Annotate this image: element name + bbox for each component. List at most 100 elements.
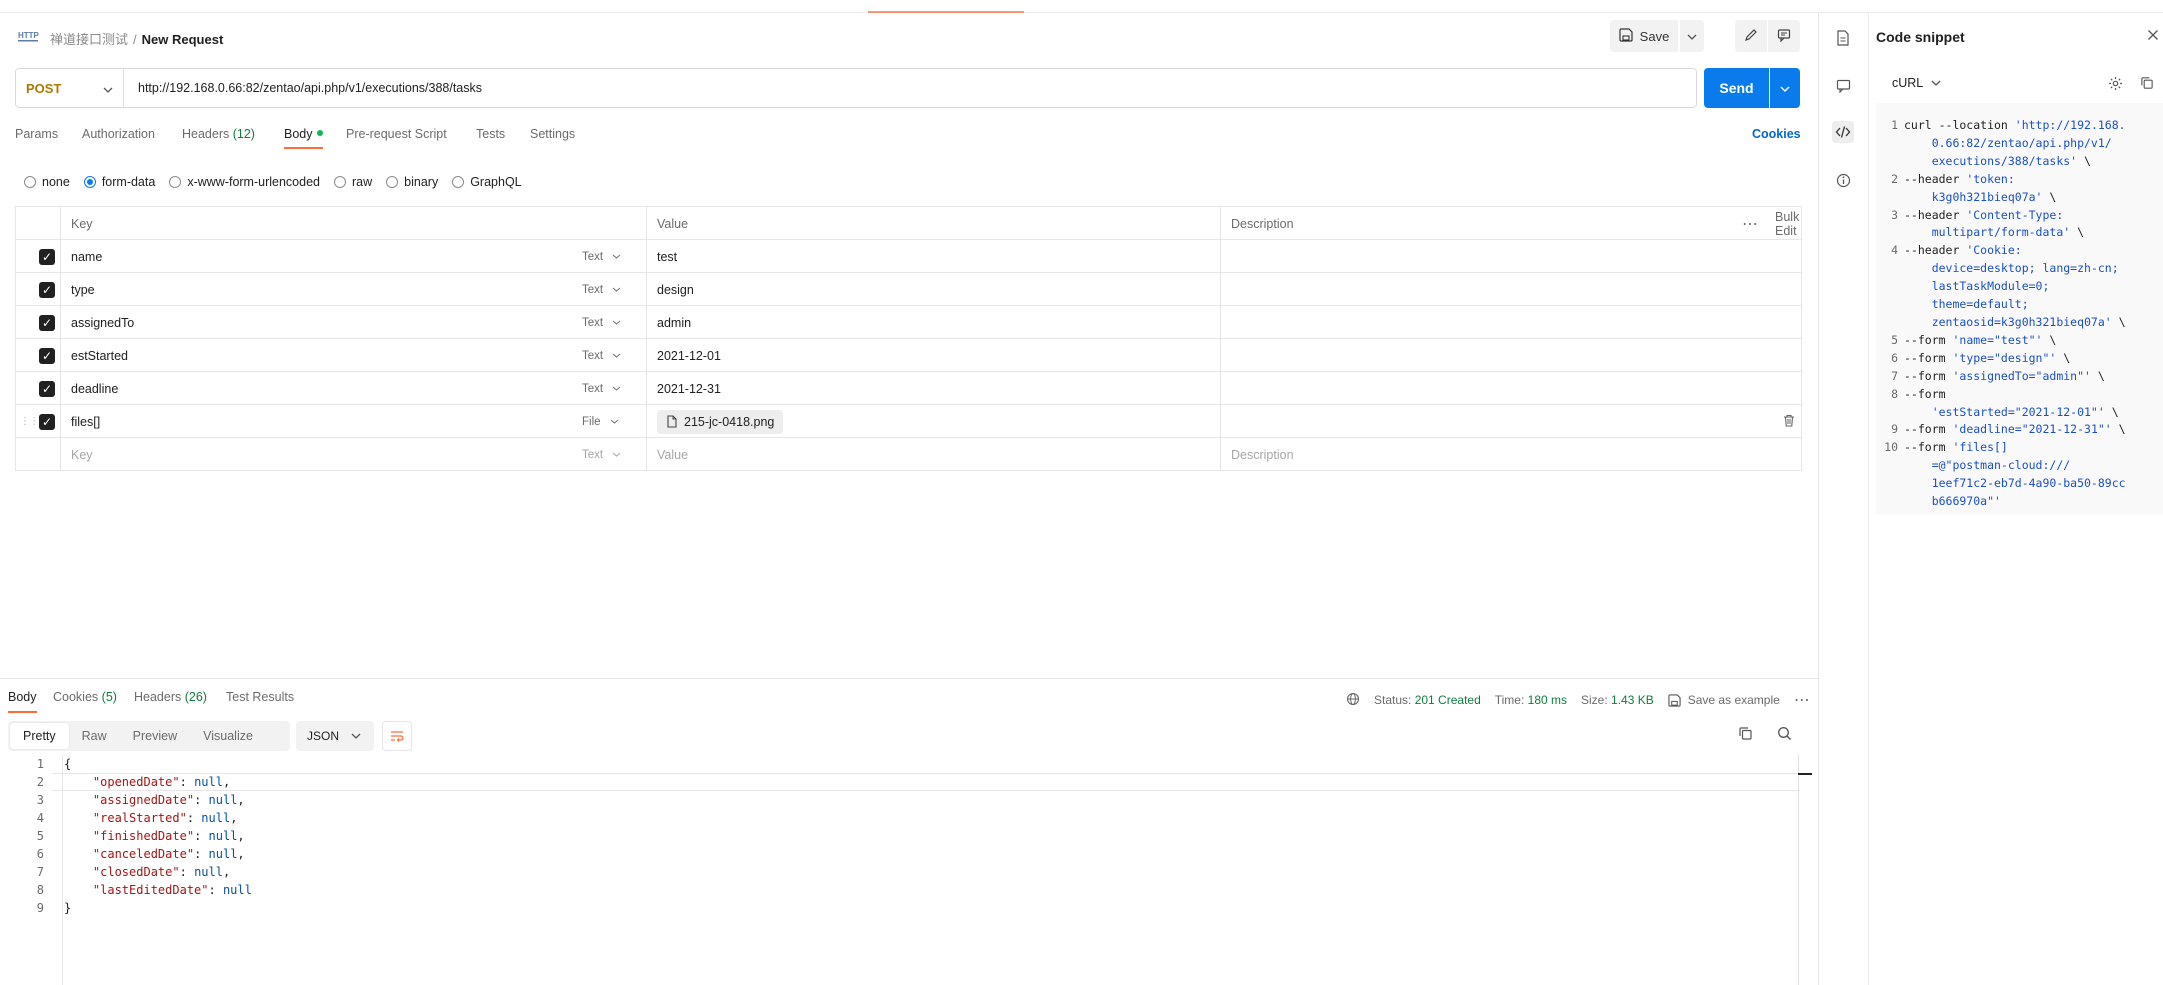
tab-settings[interactable]: Settings: [530, 127, 575, 141]
breadcrumb-collection[interactable]: 禅道接口测试: [50, 32, 128, 47]
status-value: 201 Created: [1414, 693, 1481, 707]
row-key[interactable]: deadline: [71, 372, 591, 405]
comments-button[interactable]: [1768, 20, 1800, 52]
more-options-icon[interactable]: ⋯: [1794, 690, 1810, 710]
row-type-select[interactable]: Text: [582, 372, 642, 405]
body-type-raw[interactable]: raw: [334, 174, 372, 190]
row-type-select[interactable]: Text: [582, 339, 642, 372]
snippet-code[interactable]: 1 curl --location 'http://192.168. 0.66:8…: [1876, 103, 2163, 515]
save-options-button[interactable]: [1680, 20, 1704, 52]
trash-icon[interactable]: [1783, 414, 1795, 430]
chevron-down-icon: [351, 733, 361, 739]
language-select[interactable]: cURL: [1892, 76, 1941, 90]
response-divider[interactable]: [0, 678, 1818, 679]
row-checkbox[interactable]: ✓: [39, 240, 57, 273]
snippet-text: --form 'type="design"' \: [1898, 350, 2070, 368]
tab-prerequest-script[interactable]: Pre-request Script: [346, 127, 447, 141]
panel-title: Code snippet: [1876, 29, 1965, 45]
row-checkbox[interactable]: ✓: [39, 372, 57, 405]
row-description[interactable]: [1220, 306, 1803, 339]
body-type-form-data[interactable]: form-data: [83, 174, 155, 190]
row-key[interactable]: files[]: [71, 405, 591, 438]
response-body-code[interactable]: 1{ 2 "openedDate": null, 3 "assignedDate…: [0, 755, 1800, 917]
body-type-urlencoded[interactable]: x-www-form-urlencoded: [169, 174, 320, 190]
row-value[interactable]: 2021-12-01: [646, 339, 1216, 372]
search-icon[interactable]: [1777, 726, 1792, 744]
row-type-select[interactable]: Text: [582, 438, 642, 471]
view-visualize[interactable]: Visualize: [190, 723, 266, 749]
row-value[interactable]: test: [646, 240, 1216, 273]
row-key[interactable]: assignedTo: [71, 306, 591, 339]
comment-icon[interactable]: [1832, 75, 1854, 97]
body-type-graphql[interactable]: GraphQL: [452, 174, 522, 190]
format-select[interactable]: JSON: [296, 721, 374, 751]
new-key-input[interactable]: Key: [71, 438, 591, 471]
code-text: }: [64, 901, 72, 915]
send-button[interactable]: Send: [1704, 68, 1769, 108]
row-checkbox[interactable]: ✓: [39, 339, 57, 372]
body-type-none[interactable]: none: [24, 174, 70, 190]
response-tab-cookies[interactable]: Cookies (5): [53, 690, 117, 704]
document-icon[interactable]: [1832, 27, 1854, 49]
gear-icon[interactable]: [2108, 76, 2123, 94]
body-type-binary[interactable]: binary: [386, 174, 438, 190]
tab-body[interactable]: Body: [284, 127, 323, 149]
code-icon[interactable]: [1832, 121, 1854, 143]
new-description-input[interactable]: Description: [1220, 438, 1803, 471]
copy-icon[interactable]: [2140, 76, 2154, 93]
row-description[interactable]: [1220, 339, 1803, 372]
row-type-select[interactable]: Text: [582, 306, 642, 339]
edit-button[interactable]: [1735, 20, 1767, 52]
copy-icon[interactable]: [1738, 726, 1753, 744]
cookies-link[interactable]: Cookies: [1752, 127, 1801, 141]
response-size[interactable]: Size: 1.43 KB: [1581, 693, 1654, 707]
response-time[interactable]: Time: 180 ms: [1495, 693, 1567, 707]
row-key[interactable]: type: [71, 273, 591, 306]
row-type-select[interactable]: Text: [582, 240, 642, 273]
row-checkbox[interactable]: ✓: [39, 306, 57, 339]
row-description[interactable]: [1220, 372, 1803, 405]
method-select[interactable]: POST: [16, 69, 124, 107]
row-value[interactable]: admin: [646, 306, 1216, 339]
tab-tests[interactable]: Tests: [476, 127, 505, 141]
row-checkbox[interactable]: ✓: [39, 405, 57, 438]
row-key[interactable]: name: [71, 240, 591, 273]
save-as-example-button[interactable]: Save as example: [1668, 693, 1780, 707]
send-options-button[interactable]: [1770, 68, 1800, 108]
row-value[interactable]: 2021-12-31: [646, 372, 1216, 405]
row-description[interactable]: [1220, 273, 1803, 306]
new-value-input[interactable]: Value: [646, 438, 1216, 471]
snippet-command: --form: [1904, 440, 1953, 455]
response-tab-body[interactable]: Body: [8, 690, 37, 713]
wrap-lines-button[interactable]: [382, 721, 412, 751]
tab-authorization[interactable]: Authorization: [82, 127, 155, 141]
row-checkbox[interactable]: ✓: [39, 273, 57, 306]
row-description[interactable]: [1220, 405, 1803, 438]
row-type-select[interactable]: Text: [582, 273, 642, 306]
tab-params[interactable]: Params: [15, 127, 58, 141]
globe-icon[interactable]: [1346, 692, 1360, 709]
bulk-edit-button[interactable]: Bulk Edit: [1775, 210, 1801, 238]
time-value: 180 ms: [1527, 693, 1568, 707]
row-type-label: Text: [582, 349, 604, 362]
code-scrollbar[interactable]: [1798, 755, 1799, 985]
row-value[interactable]: design: [646, 273, 1216, 306]
more-options-icon[interactable]: ⋯: [1742, 214, 1759, 234]
row-type-select[interactable]: File: [582, 405, 642, 438]
url-input[interactable]: http://192.168.0.66:82/zentao/api.php/v1…: [124, 81, 1696, 95]
response-tab-test-results[interactable]: Test Results: [226, 690, 294, 704]
row-key[interactable]: estStarted: [71, 339, 591, 372]
request-name[interactable]: New Request: [142, 32, 224, 47]
info-icon[interactable]: [1832, 169, 1854, 191]
row-description[interactable]: [1220, 240, 1803, 273]
view-raw[interactable]: Raw: [69, 723, 120, 749]
tab-headers[interactable]: Headers (12): [182, 127, 255, 141]
view-preview[interactable]: Preview: [120, 723, 190, 749]
response-tab-headers[interactable]: Headers (26): [134, 690, 207, 704]
file-chip[interactable]: 215-jc-0418.png: [657, 409, 784, 434]
save-button[interactable]: Save: [1610, 20, 1678, 52]
response-status[interactable]: Status: 201 Created: [1374, 693, 1481, 707]
drag-handle-icon[interactable]: ⋮⋮: [20, 405, 39, 438]
close-icon[interactable]: [2147, 28, 2159, 44]
view-pretty[interactable]: Pretty: [10, 723, 69, 749]
